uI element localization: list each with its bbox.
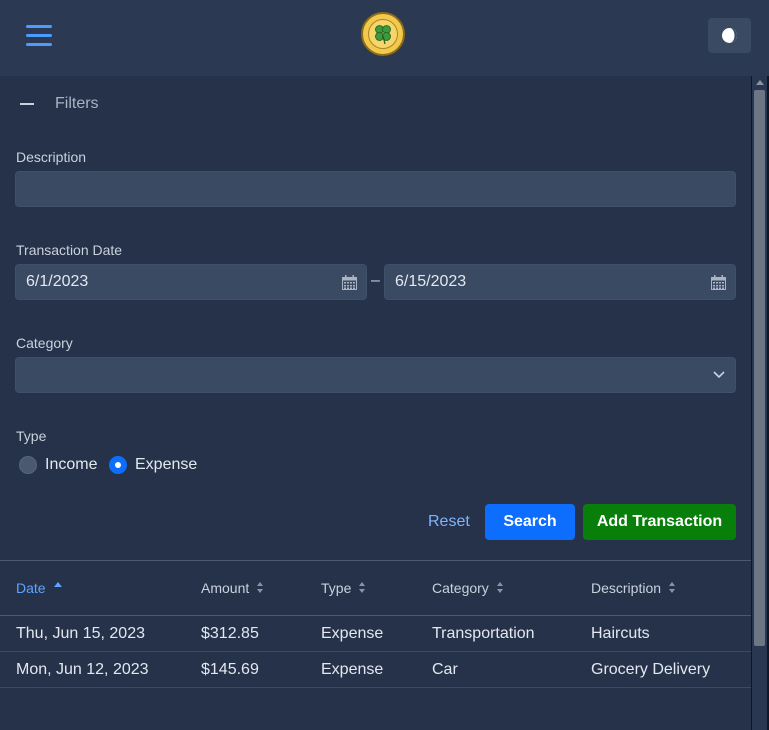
description-input[interactable] <box>15 171 736 207</box>
add-transaction-button[interactable]: Add Transaction <box>583 504 736 540</box>
description-label: Description <box>16 149 87 165</box>
date-to-input[interactable]: 6/15/2023 <box>384 264 736 300</box>
sort-icon <box>496 582 504 594</box>
cell-type: Expense <box>321 661 384 678</box>
expense-radio[interactable] <box>109 456 127 474</box>
calendar-icon[interactable] <box>342 275 357 290</box>
filters-title: Filters <box>55 95 99 112</box>
table-header: Date Amount Type Category Description <box>0 560 751 616</box>
reset-link[interactable]: Reset <box>428 513 470 531</box>
column-header-amount[interactable]: Amount <box>201 580 264 596</box>
date-range-separator: – <box>371 272 380 289</box>
cell-date: Thu, Jun 15, 2023 <box>16 625 145 642</box>
sort-icon <box>669 582 676 594</box>
theme-toggle-icon <box>722 28 737 43</box>
expense-radio-label[interactable]: Expense <box>135 456 197 474</box>
hamburger-menu-icon[interactable] <box>26 25 52 47</box>
category-label: Category <box>16 335 73 351</box>
type-label: Type <box>16 428 47 444</box>
collapse-icon[interactable] <box>20 103 34 105</box>
column-header-description[interactable]: Description <box>591 580 676 596</box>
cell-description: Haircuts <box>591 625 650 642</box>
scroll-thumb[interactable] <box>754 90 765 646</box>
table-row[interactable]: Mon, Jun 12, 2023 $145.69 Expense Car Gr… <box>0 652 751 688</box>
income-radio[interactable] <box>19 456 37 474</box>
cell-amount: $312.85 <box>201 625 259 642</box>
column-header-date[interactable]: Date <box>16 580 62 596</box>
search-button[interactable]: Search <box>485 504 575 540</box>
sort-icon <box>359 582 366 594</box>
chevron-down-icon <box>713 371 725 379</box>
cell-amount: $145.69 <box>201 661 259 678</box>
cell-category: Car <box>432 661 458 678</box>
sort-ascending-icon <box>53 581 62 587</box>
column-header-type[interactable]: Type <box>321 580 366 596</box>
cell-date: Mon, Jun 12, 2023 <box>16 661 149 678</box>
app-header <box>0 0 769 76</box>
income-radio-label[interactable]: Income <box>45 456 97 474</box>
scroll-up-icon[interactable] <box>756 80 764 85</box>
transactions-table: Date Amount Type Category Description Th… <box>0 560 751 730</box>
table-row[interactable]: Thu, Jun 15, 2023 $312.85 Expense Transp… <box>0 616 751 652</box>
cell-category: Transportation <box>432 625 535 642</box>
category-select[interactable] <box>15 357 736 393</box>
sort-icon <box>257 582 264 594</box>
column-header-category[interactable]: Category <box>432 580 504 596</box>
cell-description: Grocery Delivery <box>591 661 711 678</box>
calendar-icon[interactable] <box>711 275 726 290</box>
date-from-input[interactable]: 6/1/2023 <box>15 264 367 300</box>
transaction-date-label: Transaction Date <box>16 242 123 258</box>
cell-type: Expense <box>321 625 384 642</box>
theme-toggle-button[interactable] <box>708 18 751 53</box>
clover-logo-icon[interactable] <box>361 12 405 56</box>
